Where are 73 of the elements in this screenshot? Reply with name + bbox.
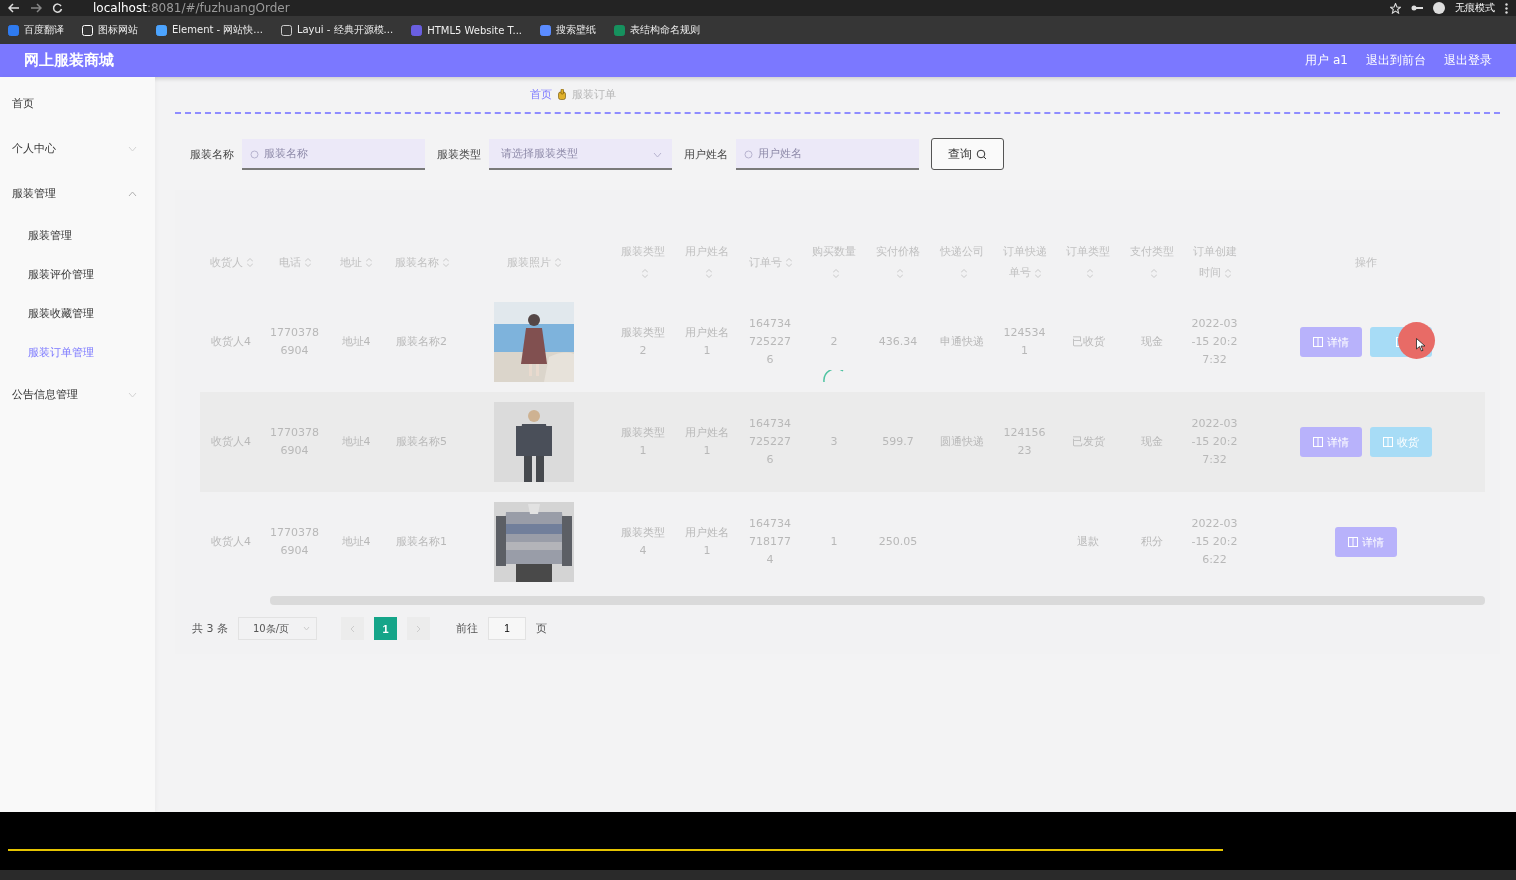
- scrollbar[interactable]: [270, 596, 1485, 605]
- sidebar-subitem[interactable]: 服装订单管理: [0, 333, 155, 372]
- header-link[interactable]: 退出到前台: [1366, 52, 1426, 69]
- bookmark-icon: [540, 24, 552, 36]
- sidebar-item[interactable]: 个人中心: [0, 126, 155, 171]
- table-cell: 1245341: [993, 292, 1056, 392]
- caret-icon: [303, 626, 310, 631]
- table-cell: 17703786904: [262, 292, 327, 392]
- field-label: 服装名称: [190, 146, 234, 162]
- table-cell: 1647347181774: [738, 492, 802, 592]
- table-cell: 250.05: [866, 492, 930, 592]
- select-field[interactable]: 请选择服装类型: [489, 138, 672, 170]
- field-label: 用户姓名: [684, 146, 728, 162]
- input-field[interactable]: 用户姓名: [736, 138, 919, 170]
- circle-icon: [744, 149, 753, 159]
- chevron-left-icon: [350, 624, 355, 633]
- document-icon: [1382, 437, 1393, 447]
- field-label: 服装类型: [437, 146, 481, 162]
- bookmark-icon: [411, 24, 423, 36]
- circle-icon: [250, 149, 259, 159]
- bookmark-icon: [8, 24, 19, 36]
- caret-icon: [653, 151, 662, 158]
- bookmark-icon: [156, 24, 167, 36]
- sidebar-subitem[interactable]: 服装评价管理: [0, 255, 155, 294]
- page-unit: 页: [536, 621, 547, 636]
- table-cell: 1: [802, 492, 866, 592]
- bookmark[interactable]: Layui - 经典开源模...: [280, 23, 394, 37]
- bookmark[interactable]: 表结构命名规则: [614, 23, 701, 37]
- bookmark-icon: [82, 24, 93, 36]
- sidebar-subitem[interactable]: 服装收藏管理: [0, 294, 155, 333]
- bookmark[interactable]: 搜索壁纸: [540, 23, 597, 37]
- table-cell: 2: [802, 292, 866, 392]
- table-cell: 2022-03-15 20:26:22: [1183, 492, 1246, 592]
- search-button[interactable]: 查询: [931, 138, 1004, 170]
- prev-page-button[interactable]: [341, 617, 364, 640]
- bookmark[interactable]: HTML5 Website T...: [411, 24, 523, 36]
- document-icon: [1312, 337, 1323, 347]
- document-icon: [1347, 537, 1358, 547]
- menu-icon[interactable]: [1505, 2, 1508, 14]
- input-field[interactable]: 服装名称: [242, 138, 425, 170]
- header-link[interactable]: 退出登录: [1444, 52, 1492, 69]
- table-cell: 436.34: [866, 292, 930, 392]
- bookmark[interactable]: 图标网站: [82, 23, 138, 37]
- bookmark[interactable]: 百度翻译: [8, 23, 64, 37]
- total-count: 共 3 条: [192, 621, 228, 636]
- bookmark-icon: [280, 24, 292, 36]
- next-page-button[interactable]: [407, 617, 430, 640]
- bookmark-icon: [614, 24, 626, 36]
- hand-icon: [558, 89, 566, 100]
- document-icon: [1312, 437, 1323, 447]
- search-icon: [976, 148, 987, 160]
- forward-icon[interactable]: [30, 3, 42, 13]
- profile-label[interactable]: 无痕模式: [1455, 1, 1495, 15]
- table-cell: 1647347252276: [738, 292, 802, 392]
- sidebar-item[interactable]: 服装管理: [0, 171, 155, 216]
- page-size-select[interactable]: 10条/页: [238, 617, 317, 640]
- star-icon[interactable]: [1390, 2, 1401, 14]
- table-cell: 2022-03-15 20:27:32: [1183, 292, 1246, 392]
- cursor-icon: [1415, 338, 1426, 352]
- back-icon[interactable]: [8, 3, 20, 13]
- sidebar-subitem[interactable]: 服装管理: [0, 216, 155, 255]
- reload-icon[interactable]: [52, 2, 63, 14]
- key-icon[interactable]: [1411, 4, 1423, 12]
- site-title: 网上服装商城: [24, 51, 115, 70]
- goto-label: 前往: [456, 621, 478, 636]
- sidebar-item[interactable]: 公告信息管理: [0, 372, 155, 417]
- chevron-right-icon: [416, 624, 421, 633]
- table-cell: 17703786904: [262, 492, 327, 592]
- header-link[interactable]: 用户 a1: [1305, 52, 1348, 69]
- bookmark[interactable]: Element - 网站快...: [156, 23, 263, 37]
- sidebar-item[interactable]: 首页: [0, 81, 155, 126]
- page-input[interactable]: 1: [488, 617, 526, 640]
- address-bar[interactable]: localhost:8081/#/fuzhuangOrder: [93, 1, 290, 15]
